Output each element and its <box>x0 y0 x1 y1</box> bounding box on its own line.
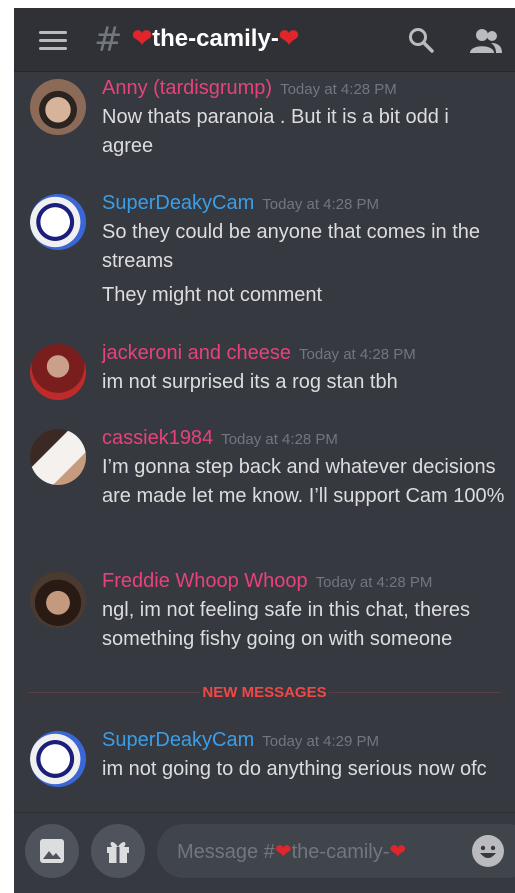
message-list[interactable]: Anny (tardisgrump) Today at 4:28 PM Now t… <box>14 71 515 813</box>
channel-hash-icon: # <box>94 20 123 60</box>
author-name[interactable]: SuperDeakyCam <box>102 192 254 214</box>
search-icon[interactable] <box>408 27 434 53</box>
gift-button[interactable] <box>91 824 145 878</box>
image-upload-button[interactable] <box>25 824 79 878</box>
author-name[interactable]: jackeroni and cheese <box>102 342 291 364</box>
message-body: Anny (tardisgrump) Today at 4:28 PM Now t… <box>102 75 505 161</box>
author-name[interactable]: SuperDeakyCam <box>102 729 254 751</box>
avatar[interactable] <box>30 429 86 485</box>
author-name[interactable]: cassiek1984 <box>102 427 213 449</box>
message-body: Freddie Whoop Whoop Today at 4:28 PM ngl,… <box>102 568 505 654</box>
message-input[interactable]: Message #❤the-camily-❤ <box>157 824 515 878</box>
image-icon <box>40 839 64 863</box>
message-text: So they could be anyone that comes in th… <box>102 221 481 272</box>
channel-header: # ❤the-camily-❤ <box>14 8 515 72</box>
app-screen: # ❤the-camily-❤ Anny (tardisgrump) Today … <box>14 8 515 893</box>
message-body: SuperDeakyCam Today at 4:28 PM So they co… <box>102 190 505 310</box>
timestamp: Today at 4:28 PM <box>221 431 338 448</box>
author-name[interactable]: Freddie Whoop Whoop <box>102 570 308 592</box>
message-text: I’m gonna step back and whatever decisio… <box>102 456 505 507</box>
message-composer: Message #❤the-camily-❤ <box>14 812 515 893</box>
menu-icon[interactable] <box>39 31 67 51</box>
author-name[interactable]: Anny (tardisgrump) <box>102 77 272 99</box>
heart-emoji: ❤ <box>132 25 153 52</box>
message-body: jackeroni and cheese Today at 4:28 PM im … <box>102 340 505 397</box>
timestamp: Today at 4:28 PM <box>280 81 397 98</box>
timestamp: Today at 4:28 PM <box>262 196 380 213</box>
new-messages-divider: NEW MESSAGES <box>28 683 501 703</box>
members-icon[interactable] <box>469 28 503 54</box>
message-text: im not surprised its a rog stan tbh <box>102 371 398 393</box>
avatar[interactable] <box>30 79 86 135</box>
channel-title: ❤the-camily-❤ <box>132 24 299 53</box>
message-placeholder: Message #❤the-camily-❤ <box>177 840 407 863</box>
emoji-icon[interactable] <box>472 835 504 867</box>
channel-name: the-camily- <box>152 25 279 52</box>
message-text: They might not comment <box>102 284 323 306</box>
message-body: cassiek1984 Today at 4:28 PM I’m gonna st… <box>102 425 505 511</box>
message-text: Now thats paranoia . But it is a bit odd… <box>102 106 449 157</box>
message-body: SuperDeakyCam Today at 4:29 PM im not goi… <box>102 727 505 784</box>
timestamp: Today at 4:28 PM <box>299 346 416 363</box>
avatar[interactable] <box>30 572 86 628</box>
timestamp: Today at 4:28 PM <box>315 574 433 591</box>
avatar[interactable] <box>30 194 86 250</box>
timestamp: Today at 4:29 PM <box>262 733 380 750</box>
gift-icon <box>107 842 129 863</box>
heart-emoji: ❤ <box>278 25 299 52</box>
avatar[interactable] <box>30 344 86 400</box>
message-text: im not going to do anything serious now … <box>102 758 487 780</box>
message-text: ngl, im not feeling safe in this chat, t… <box>102 599 470 650</box>
avatar[interactable] <box>30 731 86 787</box>
